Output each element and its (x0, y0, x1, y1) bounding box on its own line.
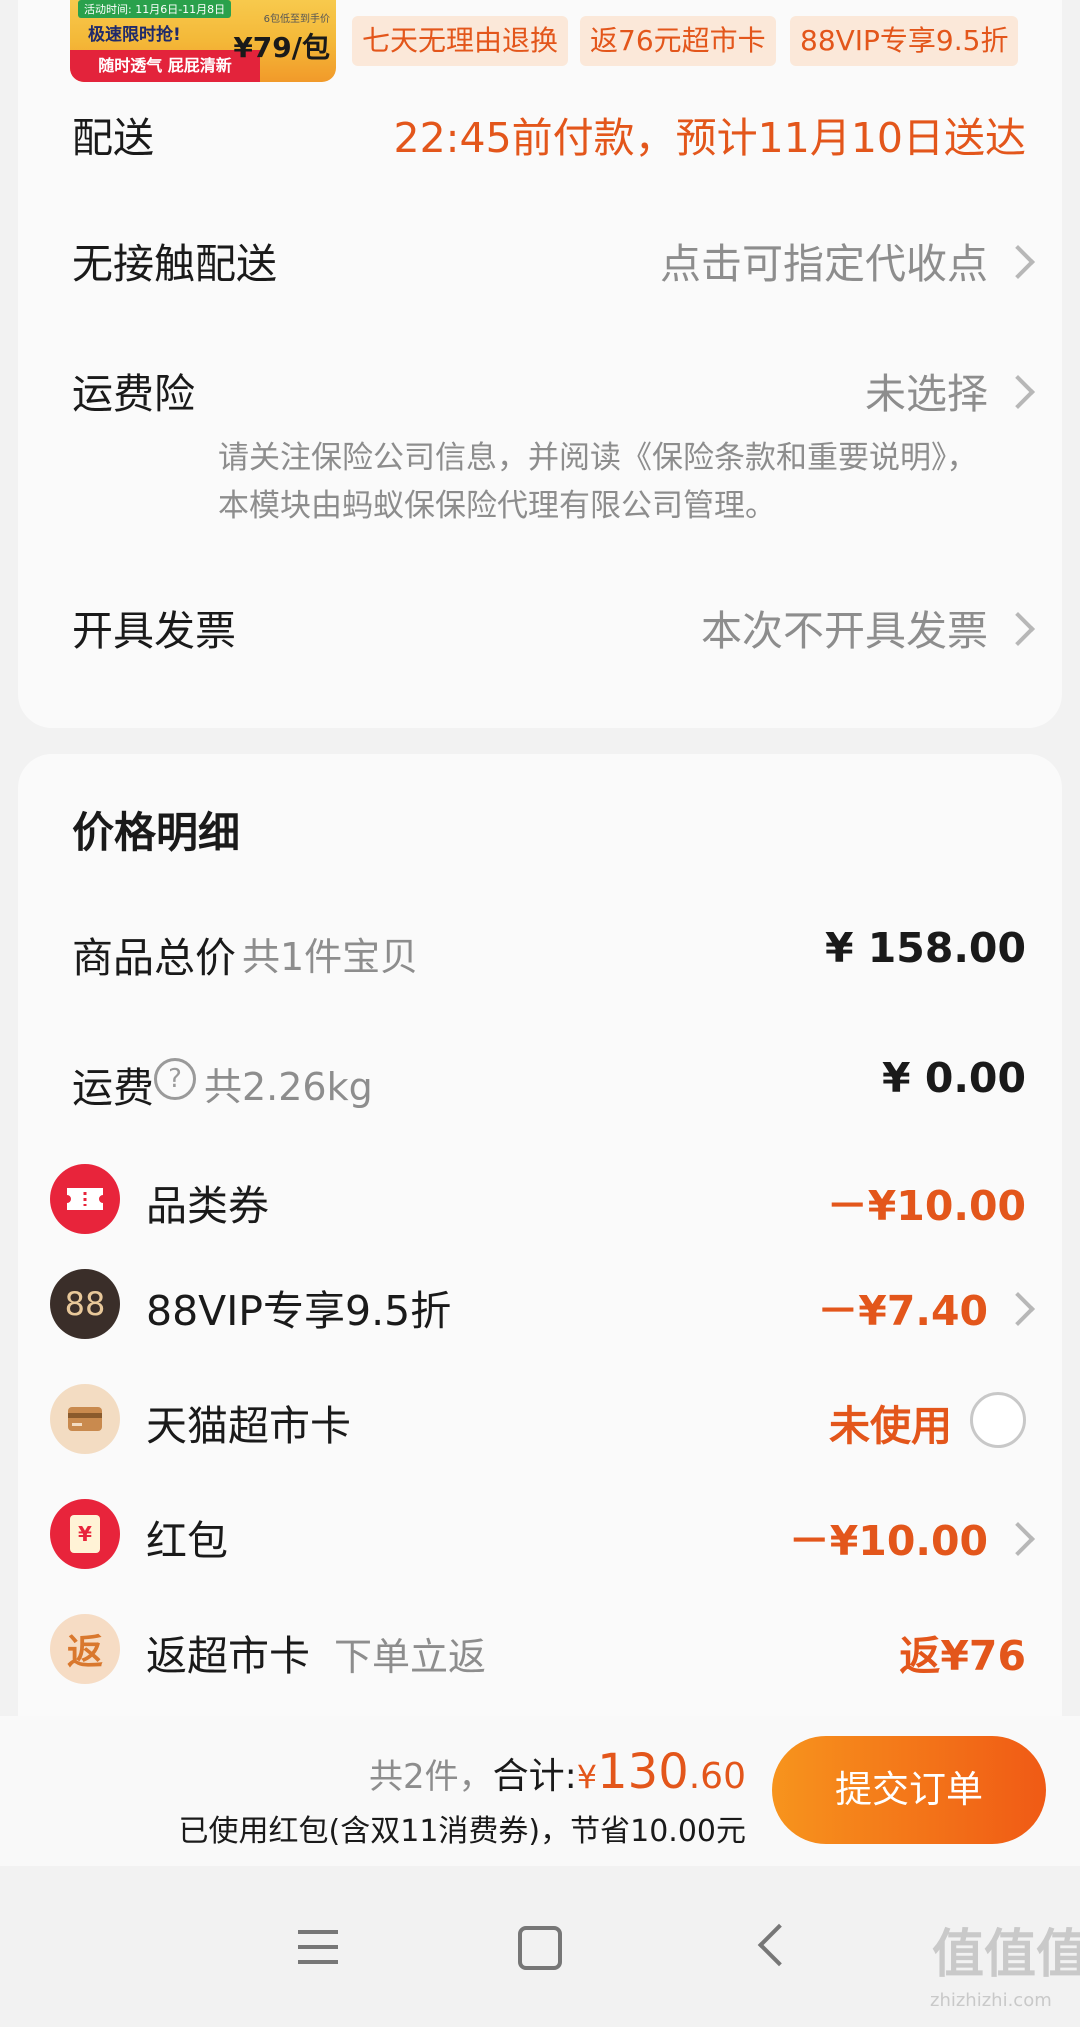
category-coupon-value: －¥10.00 (826, 1182, 1026, 1230)
thumb-activity-text: 活动时间: 11月6日-11月8日 (78, 0, 232, 18)
menu-icon[interactable] (298, 1930, 338, 1964)
shipping-fee-value: ¥ 0.00 (882, 1054, 1026, 1102)
watermark-logo: 值值值 (932, 1925, 1080, 1985)
vip-discount-label: 88VIP专享9.5折 (146, 1287, 452, 1335)
red-packet-row[interactable]: ¥ 红包 －¥10.00 (18, 1489, 1062, 1579)
tag-88vip: 88VIP专享9.5折 (790, 16, 1019, 66)
total-decimal: .60 (688, 1756, 746, 1797)
category-coupon-label: 品类券 (146, 1182, 269, 1230)
contactless-label: 无接触配送 (72, 240, 277, 288)
thumb-banner-text: 随时透气 屁屁清新 (70, 50, 260, 82)
savings-note: 已使用红包(含双11消费券)，节省10.00元 (178, 1814, 746, 1849)
product-thumbnail[interactable]: 活动时间: 11月6日-11月8日 极速限时抢! 随时透气 屁屁清新 6包低至到… (70, 0, 336, 82)
supermarket-card-label: 天猫超市卡 (146, 1402, 351, 1450)
contactless-row[interactable]: 无接触配送 点击可指定代收点 (18, 210, 1062, 300)
thumb-price-text: ¥79/包 (233, 31, 330, 64)
chevron-right-icon (1001, 245, 1035, 279)
delivery-value: 22:45前付款，预计11月10日送达 (393, 114, 1027, 162)
shipping-fee-label: 运费 (72, 1064, 154, 1112)
delivery-label: 配送 (72, 114, 154, 162)
chevron-right-icon (1001, 612, 1035, 646)
vip-discount-value: －¥7.40 (817, 1287, 988, 1335)
home-icon[interactable] (518, 1926, 562, 1970)
chevron-right-icon (1001, 1522, 1035, 1556)
rebate-value: 返¥76 (899, 1632, 1026, 1680)
rebate-sub: 下单立返 (334, 1635, 487, 1679)
supermarket-card-radio[interactable] (970, 1392, 1026, 1448)
back-icon[interactable] (757, 1923, 801, 1967)
chevron-right-icon (1001, 375, 1035, 409)
system-nav-bar: 值值值 zhizhizhi.com (0, 1866, 1080, 2027)
invoice-value: 本次不开具发票 (701, 607, 988, 655)
shipping-insurance-row[interactable]: 运费险 未选择 (18, 340, 1062, 430)
goods-total-label: 商品总价 (72, 934, 236, 982)
price-detail-card: 价格明细 商品总价 共1件宝贝 ¥ 158.00 运费 ? 共2.26kg ¥ … (18, 754, 1062, 1734)
card-icon (50, 1384, 120, 1454)
red-packet-icon: ¥ (50, 1499, 120, 1569)
rebate-label: 返超市卡 (146, 1632, 310, 1680)
red-packet-label: 红包 (146, 1517, 228, 1565)
help-icon[interactable]: ? (154, 1058, 196, 1100)
supermarket-card-value: 未使用 (829, 1402, 952, 1450)
tag-supermarket-card: 返76元超市卡 (580, 16, 776, 66)
invoice-row[interactable]: 开具发票 本次不开具发票 (18, 577, 1062, 667)
shipping-insurance-value: 未选择 (865, 370, 988, 418)
goods-total-sub: 共1件宝贝 (242, 935, 419, 979)
shipping-weight: 共2.26kg (204, 1065, 373, 1109)
insurance-note: 请关注保险公司信息，并阅读《保险条款和重要说明》，本模块由蚂蚁保保险代理有限公司… (218, 440, 978, 524)
goods-total-value: ¥ 158.00 (824, 924, 1026, 972)
total-label: 合计: (492, 1756, 577, 1797)
ticket-icon (50, 1164, 120, 1234)
thumb-note-text: 6包低至到手价 (263, 14, 330, 25)
watermark-url: zhizhizhi.com (930, 1990, 1052, 2011)
tag-return-policy: 七天无理由退换 (352, 16, 569, 66)
price-detail-title: 价格明细 (72, 808, 241, 857)
checkout-bar: 共2件，合计:¥130.60 已使用红包(含双11消费券)，节省10.00元 提… (0, 1716, 1080, 1866)
total-currency: ¥ (576, 1758, 598, 1796)
thumb-headline-text: 极速限时抢! (88, 25, 181, 45)
total-integer: 130 (597, 1744, 689, 1800)
vip-discount-row[interactable]: 88 88VIP专享9.5折 －¥7.40 (18, 1259, 1062, 1349)
shipping-insurance-label: 运费险 (72, 370, 195, 418)
item-count: 共2件， (368, 1757, 493, 1797)
order-total: 共2件，合计:¥130.60 (369, 1744, 746, 1800)
invoice-label: 开具发票 (72, 607, 236, 655)
order-info-card: 活动时间: 11月6日-11月8日 极速限时抢! 随时透气 屁屁清新 6包低至到… (18, 0, 1062, 728)
submit-order-button[interactable]: 提交订单 (772, 1736, 1046, 1844)
supermarket-card-row[interactable]: 天猫超市卡 未使用 (18, 1374, 1062, 1464)
rebate-icon: 返 (50, 1614, 120, 1684)
red-packet-value: －¥10.00 (788, 1517, 988, 1565)
chevron-right-icon (1001, 1292, 1035, 1326)
88vip-icon: 88 (50, 1269, 120, 1339)
contactless-value: 点击可指定代收点 (660, 240, 988, 288)
